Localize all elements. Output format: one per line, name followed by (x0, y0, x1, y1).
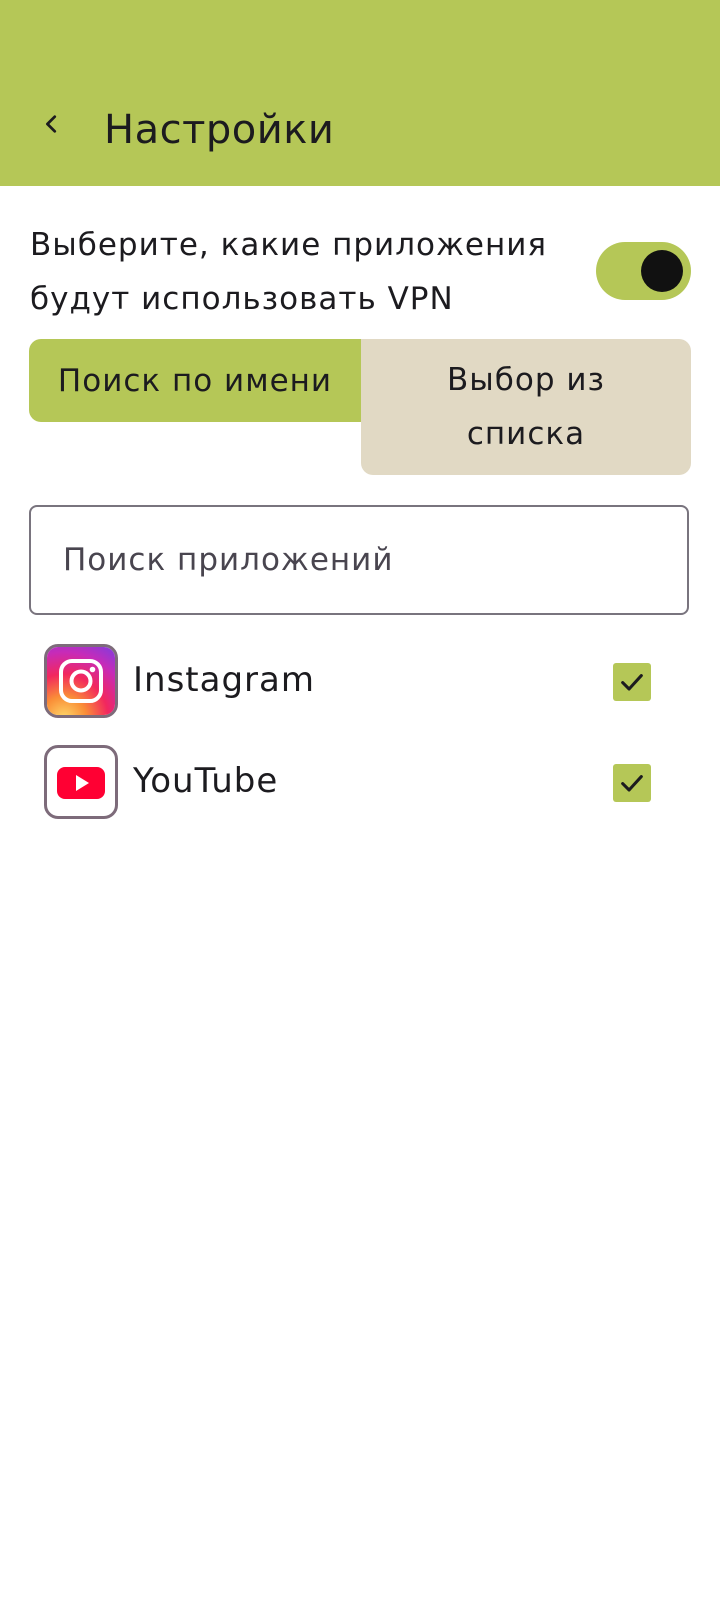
check-icon (621, 674, 643, 691)
youtube-icon (44, 745, 118, 819)
vpn-apps-label: Выберите, какие приложения будут использ… (30, 227, 548, 317)
check-icon (621, 775, 643, 792)
chevron-left-icon (46, 115, 57, 133)
instagram-icon (44, 644, 118, 718)
vpn-apps-toggle[interactable] (596, 242, 691, 300)
tab-choose-from-list-label-line1: Выбор из (447, 362, 605, 398)
youtube-checkbox[interactable] (613, 764, 651, 802)
app-name: YouTube (133, 761, 279, 801)
app-bar: Настройки (0, 0, 720, 186)
page-title: Настройки (104, 107, 335, 153)
youtube-icon-graphic (57, 767, 105, 799)
app-list-item-instagram[interactable]: Instagram (0, 636, 720, 726)
toggle-knob (641, 250, 683, 292)
search-field[interactable] (29, 505, 689, 615)
search-input[interactable] (61, 541, 687, 579)
app-name: Instagram (133, 660, 315, 700)
instagram-checkbox[interactable] (613, 663, 651, 701)
tab-choose-from-list[interactable]: Выбор из списка (361, 339, 691, 475)
back-button[interactable] (28, 100, 76, 148)
instagram-icon-graphic (47, 647, 115, 715)
tab-choose-from-list-label-line2: списка (466, 416, 586, 452)
app-list-item-youtube[interactable]: YouTube (0, 737, 720, 827)
tab-search-by-name[interactable]: Поиск по имени (29, 339, 361, 422)
